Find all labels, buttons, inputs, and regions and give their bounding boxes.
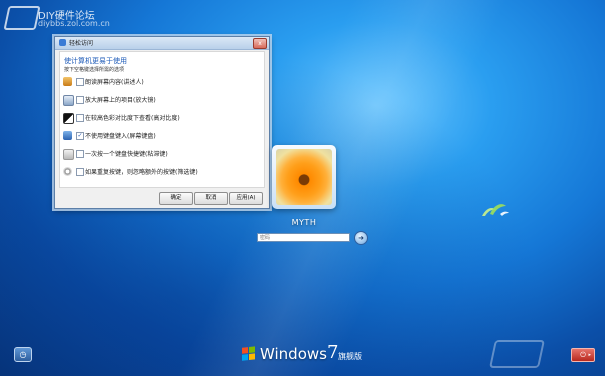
option-high-contrast[interactable]: 在较高色彩对比度下查看(高对比度)	[63, 112, 263, 124]
flower-avatar-image	[276, 149, 332, 205]
option-label: 朗读屏幕内容(讲述人)	[85, 79, 144, 86]
shutdown-button[interactable]: ⏻ ▸	[571, 348, 595, 362]
avatar[interactable]	[272, 145, 336, 209]
ease-of-access-dialog: 轻松访问 x 使计算机更易于使用 按下空格键选择所需的选项 朗读屏幕内容(讲述人…	[54, 36, 270, 209]
ok-button[interactable]: 确定	[159, 192, 193, 205]
dialog-buttons: 确定 取消 应用(A)	[55, 192, 269, 205]
brand-name: Windows	[260, 345, 327, 363]
apply-button[interactable]: 应用(A)	[229, 192, 263, 205]
dialog-heading: 使计算机更易于使用	[64, 57, 127, 65]
option-label: 放大屏幕上的项目(放大镜)	[85, 97, 156, 104]
brand-edition: 旗舰版	[338, 352, 362, 361]
option-label: 一次按一个键盘快捷键(粘滞键)	[85, 151, 168, 158]
filter-keys-icon	[63, 167, 72, 176]
dialog-subheading: 按下空格键选择所需的选项	[64, 67, 125, 73]
on-screen-keyboard-checkbox[interactable]: ✓	[76, 132, 84, 140]
windows-flag-icon	[242, 346, 256, 361]
dialog-title: 轻松访问	[69, 40, 94, 47]
option-filter-keys[interactable]: 如果重复按键，则忽略额外的按键(筛选键)	[63, 166, 263, 178]
option-label: 在较高色彩对比度下查看(高对比度)	[85, 115, 180, 122]
option-sticky-keys[interactable]: 一次按一个键盘快捷键(粘滞键)	[63, 148, 263, 160]
ease-of-access-icon	[59, 39, 66, 46]
narrator-checkbox[interactable]	[76, 78, 84, 86]
password-input[interactable]	[257, 233, 350, 242]
username: MYTH	[291, 218, 317, 227]
dialog-content: 使计算机更易于使用 按下空格键选择所需的选项 朗读屏幕内容(讲述人) 放大屏幕上…	[59, 51, 265, 188]
close-button[interactable]: x	[253, 38, 267, 49]
option-label: 不使用键盘键入(屏幕键盘)	[85, 133, 156, 140]
option-on-screen-keyboard[interactable]: ✓ 不使用键盘键入(屏幕键盘)	[63, 130, 263, 142]
magnifier-checkbox[interactable]	[76, 96, 84, 104]
high-contrast-checkbox[interactable]	[76, 114, 84, 122]
bird-logo-icon	[482, 204, 509, 216]
sticky-keys-icon	[63, 149, 74, 160]
watermark-url: diybbs.zol.com.cn	[38, 19, 110, 28]
ease-of-access-button[interactable]: ◷	[14, 347, 32, 362]
dialog-titlebar[interactable]: 轻松访问 x	[55, 37, 269, 50]
option-magnifier[interactable]: 放大屏幕上的项目(放大镜)	[63, 94, 263, 106]
cancel-button[interactable]: 取消	[194, 192, 228, 205]
keyboard-icon	[63, 131, 72, 140]
high-contrast-icon	[63, 113, 74, 124]
shutdown-options-arrow-icon[interactable]: ▸	[588, 349, 591, 361]
submit-arrow-button[interactable]: ➜	[354, 231, 368, 245]
watermark-bottom-icon	[489, 340, 545, 368]
filter-keys-checkbox[interactable]	[76, 168, 84, 176]
brand-version: 7	[327, 342, 339, 363]
option-narrator[interactable]: 朗读屏幕内容(讲述人)	[63, 76, 263, 88]
narrator-icon	[63, 77, 72, 86]
magnifier-icon	[63, 95, 74, 106]
watermark-logo-icon	[3, 6, 41, 30]
sticky-keys-checkbox[interactable]	[76, 150, 84, 158]
option-label: 如果重复按键，则忽略额外的按键(筛选键)	[85, 169, 198, 176]
power-icon: ⏻	[580, 351, 586, 359]
